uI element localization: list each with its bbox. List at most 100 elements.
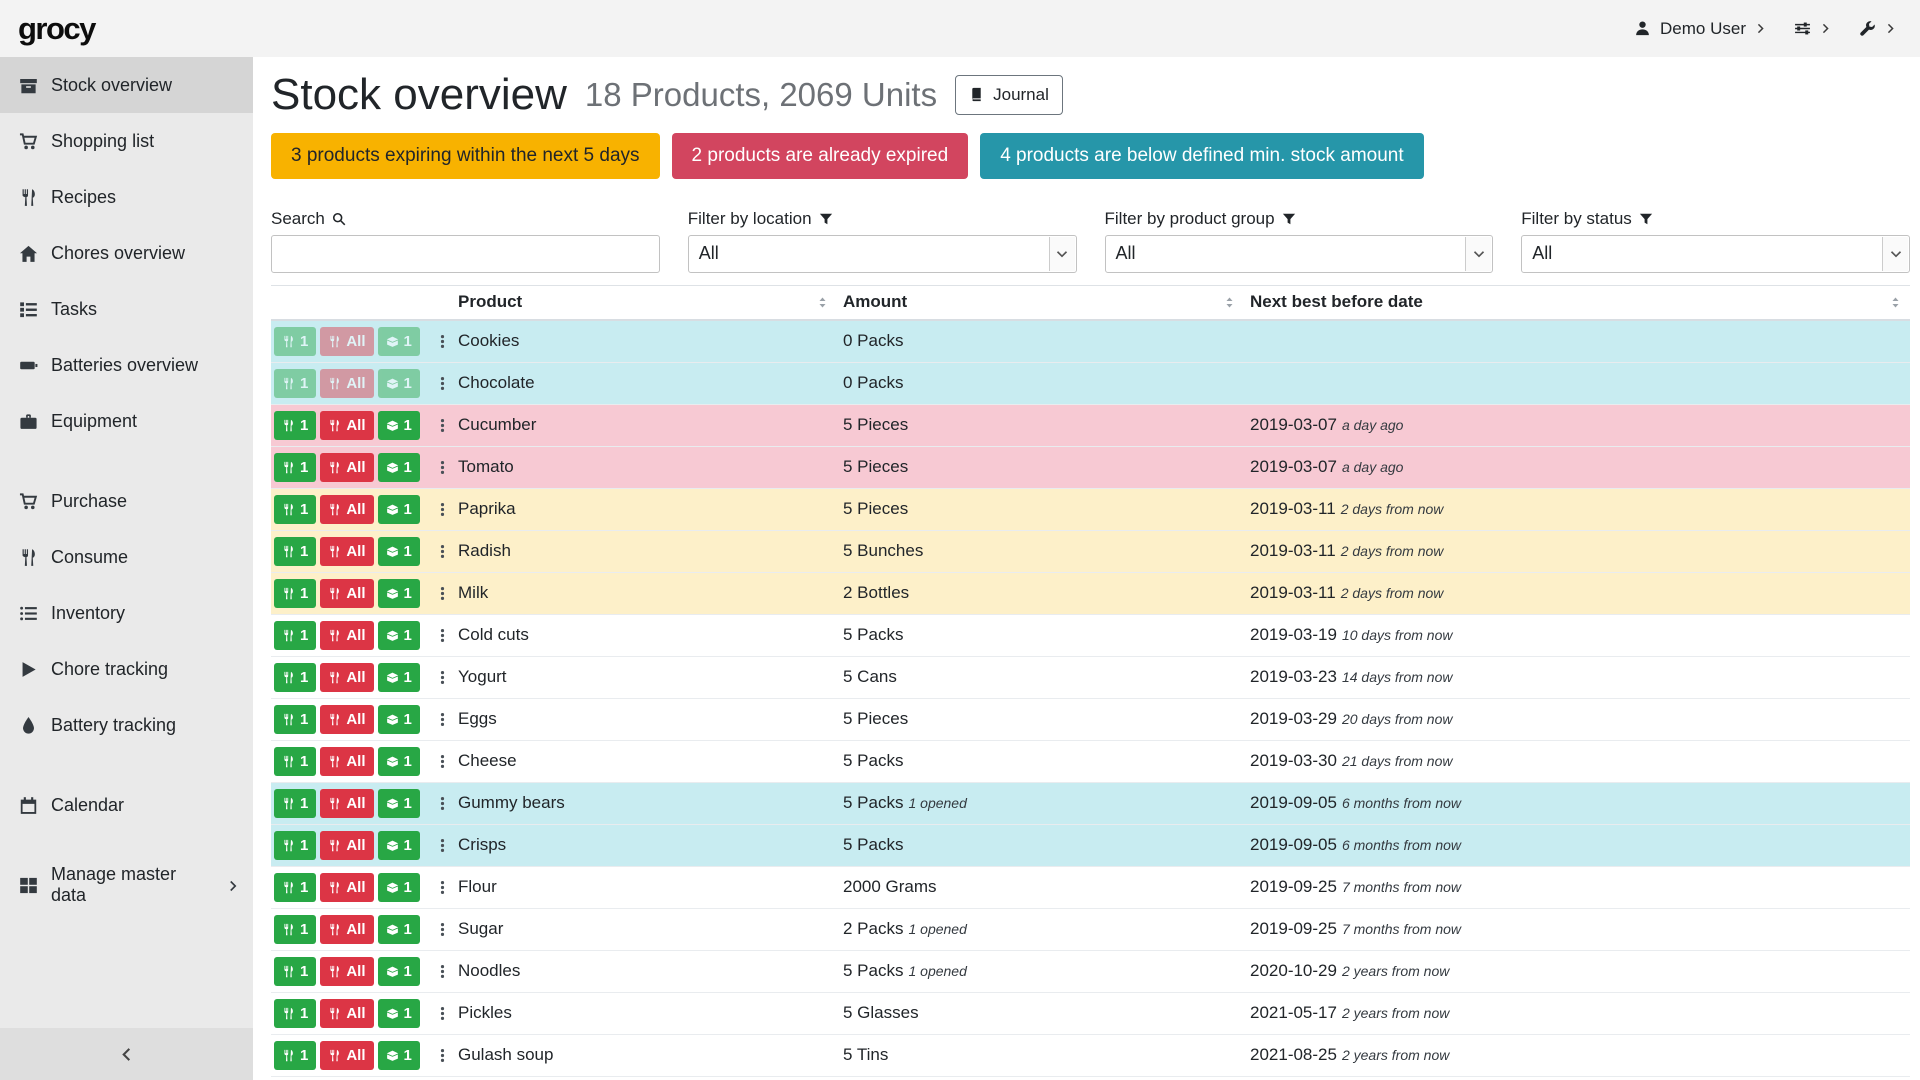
consume-one-button[interactable]: 1: [274, 999, 316, 1028]
sidebar-item-inventory[interactable]: Inventory: [0, 585, 253, 641]
sidebar-item-tasks[interactable]: Tasks: [0, 281, 253, 337]
sidebar-item-shopping-list[interactable]: Shopping list: [0, 113, 253, 169]
row-menu-button[interactable]: [431, 667, 452, 687]
consume-all-button[interactable]: All: [320, 915, 373, 944]
amount-column-header[interactable]: Amount: [837, 286, 1244, 319]
consume-one-button[interactable]: 1: [274, 579, 316, 608]
consume-one-button[interactable]: 1: [274, 537, 316, 566]
sidebar-item-purchase[interactable]: Purchase: [0, 473, 253, 529]
consume-one-button[interactable]: 1: [274, 327, 316, 356]
consume-one-button[interactable]: 1: [274, 747, 316, 776]
status-filter-select[interactable]: All: [1521, 235, 1910, 273]
open-one-button[interactable]: 1: [378, 537, 420, 566]
row-menu-button[interactable]: [431, 499, 452, 519]
consume-one-button[interactable]: 1: [274, 831, 316, 860]
open-one-button[interactable]: 1: [378, 411, 420, 440]
sidebar-item-recipes[interactable]: Recipes: [0, 169, 253, 225]
consume-one-button[interactable]: 1: [274, 789, 316, 818]
row-menu-button[interactable]: [431, 919, 452, 939]
sidebar-item-batteries-overview[interactable]: Batteries overview: [0, 337, 253, 393]
alert-danger-button[interactable]: 2 products are already expired: [672, 133, 969, 179]
consume-one-button[interactable]: 1: [274, 495, 316, 524]
sidebar-item-consume[interactable]: Consume: [0, 529, 253, 585]
row-menu-button[interactable]: [431, 709, 452, 729]
row-menu-button[interactable]: [431, 1045, 452, 1065]
consume-one-button[interactable]: 1: [274, 705, 316, 734]
row-menu-button[interactable]: [431, 583, 452, 603]
consume-all-button[interactable]: All: [320, 453, 373, 482]
open-one-button[interactable]: 1: [378, 453, 420, 482]
consume-all-button[interactable]: All: [320, 369, 373, 398]
open-one-button[interactable]: 1: [378, 621, 420, 650]
consume-all-button[interactable]: All: [320, 747, 373, 776]
consume-one-button[interactable]: 1: [274, 873, 316, 902]
row-menu-button[interactable]: [431, 751, 452, 771]
consume-one-button[interactable]: 1: [274, 621, 316, 650]
tools-menu[interactable]: [1859, 20, 1896, 37]
sidebar-item-battery-tracking[interactable]: Battery tracking: [0, 697, 253, 753]
open-one-button[interactable]: 1: [378, 873, 420, 902]
open-one-button[interactable]: 1: [378, 957, 420, 986]
product-group-filter-select[interactable]: All: [1105, 235, 1494, 273]
row-menu-button[interactable]: [431, 331, 452, 351]
sidebar-item-chore-tracking[interactable]: Chore tracking: [0, 641, 253, 697]
consume-all-button[interactable]: All: [320, 705, 373, 734]
open-one-button[interactable]: 1: [378, 789, 420, 818]
row-menu-button[interactable]: [431, 373, 452, 393]
alert-warning-button[interactable]: 3 products expiring within the next 5 da…: [271, 133, 660, 179]
product-column-header[interactable]: Product: [452, 286, 837, 319]
sidebar-item-stock-overview[interactable]: Stock overview: [0, 57, 253, 113]
consume-all-button[interactable]: All: [320, 621, 373, 650]
user-menu[interactable]: Demo User: [1634, 19, 1766, 39]
row-menu-button[interactable]: [431, 457, 452, 477]
consume-one-button[interactable]: 1: [274, 1041, 316, 1070]
row-menu-button[interactable]: [431, 625, 452, 645]
consume-one-button[interactable]: 1: [274, 957, 316, 986]
open-one-button[interactable]: 1: [378, 705, 420, 734]
consume-all-button[interactable]: All: [320, 831, 373, 860]
consume-all-button[interactable]: All: [320, 327, 373, 356]
sidebar-item-equipment[interactable]: Equipment: [0, 393, 253, 449]
consume-one-button[interactable]: 1: [274, 411, 316, 440]
journal-button[interactable]: Journal: [955, 75, 1063, 115]
consume-all-button[interactable]: All: [320, 663, 373, 692]
sidebar-item-manage-master-data[interactable]: Manage master data: [0, 857, 253, 913]
consume-all-button[interactable]: All: [320, 999, 373, 1028]
consume-one-button[interactable]: 1: [274, 453, 316, 482]
open-one-button[interactable]: 1: [378, 327, 420, 356]
consume-one-button[interactable]: 1: [274, 915, 316, 944]
row-menu-button[interactable]: [431, 877, 452, 897]
row-menu-button[interactable]: [431, 793, 452, 813]
search-input[interactable]: [271, 235, 660, 273]
collapse-sidebar-button[interactable]: [0, 1028, 253, 1080]
consume-all-button[interactable]: All: [320, 495, 373, 524]
open-one-button[interactable]: 1: [378, 831, 420, 860]
consume-all-button[interactable]: All: [320, 873, 373, 902]
row-menu-button[interactable]: [431, 541, 452, 561]
sidebar-item-calendar[interactable]: Calendar: [0, 777, 253, 833]
open-one-button[interactable]: 1: [378, 495, 420, 524]
open-one-button[interactable]: 1: [378, 663, 420, 692]
open-one-button[interactable]: 1: [378, 999, 420, 1028]
settings-menu[interactable]: [1794, 20, 1831, 37]
row-menu-button[interactable]: [431, 1003, 452, 1023]
row-menu-button[interactable]: [431, 835, 452, 855]
sidebar-item-chores-overview[interactable]: Chores overview: [0, 225, 253, 281]
open-one-button[interactable]: 1: [378, 369, 420, 398]
open-one-button[interactable]: 1: [378, 1041, 420, 1070]
consume-all-button[interactable]: All: [320, 411, 373, 440]
alert-info-button[interactable]: 4 products are below defined min. stock …: [980, 133, 1423, 179]
consume-all-button[interactable]: All: [320, 537, 373, 566]
consume-all-button[interactable]: All: [320, 957, 373, 986]
consume-one-button[interactable]: 1: [274, 369, 316, 398]
location-filter-select[interactable]: All: [688, 235, 1077, 273]
consume-one-button[interactable]: 1: [274, 663, 316, 692]
row-menu-button[interactable]: [431, 415, 452, 435]
consume-all-button[interactable]: All: [320, 1041, 373, 1070]
consume-all-button[interactable]: All: [320, 789, 373, 818]
open-one-button[interactable]: 1: [378, 915, 420, 944]
best-before-column-header[interactable]: Next best before date: [1244, 286, 1910, 319]
consume-all-button[interactable]: All: [320, 579, 373, 608]
open-one-button[interactable]: 1: [378, 579, 420, 608]
open-one-button[interactable]: 1: [378, 747, 420, 776]
